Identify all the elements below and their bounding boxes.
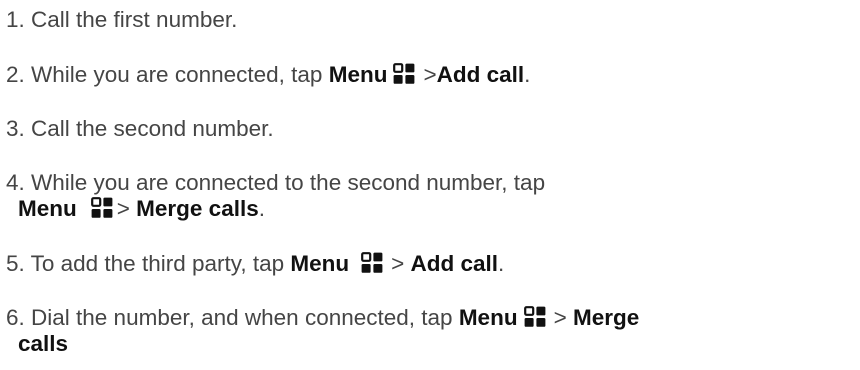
step-4-menu-label: Menu xyxy=(18,196,77,221)
step-5: 5. To add the third party, tap Menu > Add… xyxy=(6,251,504,277)
step-1: 1. Call the first number. xyxy=(6,7,237,33)
step-1-text: 1. Call the first number. xyxy=(6,7,238,32)
step-3: 3. Call the second number. xyxy=(6,116,274,142)
step-6-separator: > xyxy=(553,305,567,330)
step-5-action: Add call xyxy=(410,251,499,276)
step-6: 6. Dial the number, and when connected, … xyxy=(6,305,639,357)
step-4-suffix: . xyxy=(258,196,265,221)
menu-grid-icon xyxy=(90,197,113,219)
step-6-menu-label: Menu xyxy=(458,305,518,330)
step-4-line1: 4. While you are connected to the second… xyxy=(6,170,546,195)
menu-grid-icon xyxy=(361,252,383,274)
menu-grid-icon xyxy=(393,63,415,85)
step-2-menu-label: Menu xyxy=(328,62,388,87)
step-2: 2. While you are connected, tap Menu >Add… xyxy=(6,62,530,88)
step-2-separator: > xyxy=(423,62,437,87)
step-5-prefix: 5. To add the third party, tap xyxy=(6,251,291,276)
step-4-action: Merge calls xyxy=(136,196,259,221)
step-2-suffix: . xyxy=(524,62,531,87)
menu-grid-icon xyxy=(523,306,546,328)
step-4: 4. While you are connected to the second… xyxy=(6,170,545,222)
step-6-action-line1: Merge xyxy=(572,305,640,330)
step-5-suffix: . xyxy=(498,251,505,276)
step-3-text: 3. Call the second number. xyxy=(6,116,274,141)
step-2-action: Add call xyxy=(436,62,525,87)
step-2-prefix: 2. While you are connected, tap xyxy=(6,62,329,87)
step-5-menu-label: Menu xyxy=(290,251,350,276)
step-4-line2: Menu > Merge calls. xyxy=(6,196,545,222)
step-4-separator: > xyxy=(116,196,130,221)
step-6-prefix: 6. Dial the number, and when connected, … xyxy=(6,305,459,330)
step-5-separator: > xyxy=(391,251,405,276)
step-6-action-line2: calls xyxy=(18,331,69,356)
